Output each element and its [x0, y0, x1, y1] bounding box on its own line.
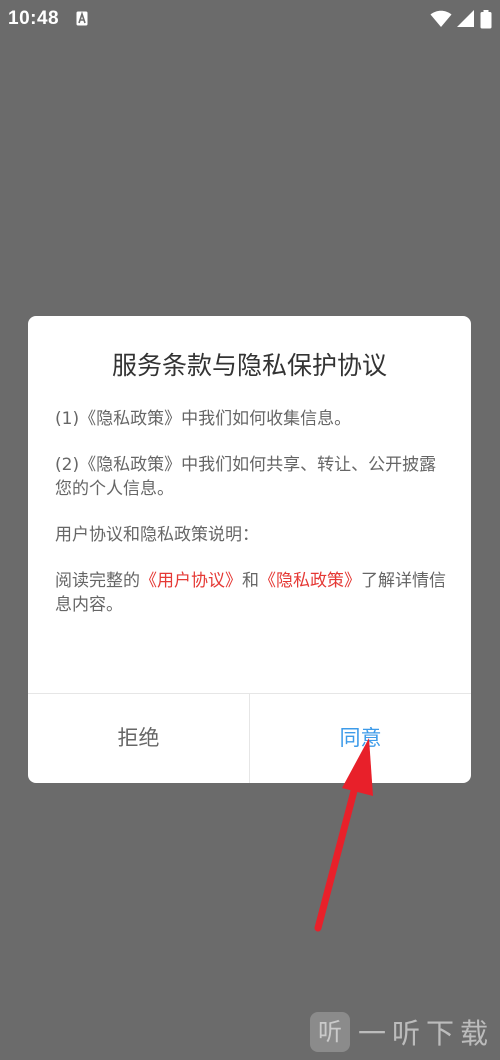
annotation-arrow-icon — [314, 738, 373, 932]
watermark-text: 一听下载 — [357, 1017, 494, 1050]
watermark: 听一听下载 — [309, 1012, 494, 1056]
watermark-logo-icon: 听 — [309, 1012, 350, 1052]
